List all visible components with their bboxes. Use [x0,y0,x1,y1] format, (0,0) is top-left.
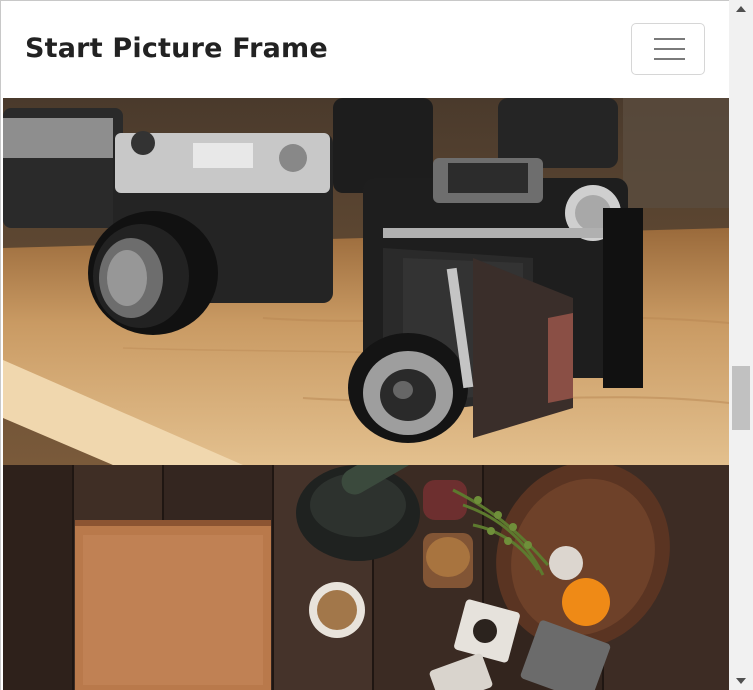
vertical-scrollbar[interactable] [729,0,753,690]
gallery-image-kitchen-table[interactable] [3,465,729,690]
cameras-photo [3,98,729,465]
chevron-down-icon [736,678,746,684]
browser-viewport: Start Picture Frame [0,0,729,690]
kitchen-table-photo [3,465,729,690]
navbar: Start Picture Frame [1,1,729,98]
hamburger-menu-icon [654,48,685,50]
scroll-down-button[interactable] [729,672,753,690]
navbar-toggler-button[interactable] [631,23,705,75]
chevron-up-icon [736,6,746,12]
gallery-image-cameras[interactable] [3,98,729,465]
navbar-brand[interactable]: Start Picture Frame [25,33,328,64]
scrollbar-thumb[interactable] [732,366,750,430]
hamburger-menu-icon [654,38,685,40]
scroll-up-button[interactable] [729,0,753,18]
hamburger-menu-icon [654,58,685,60]
